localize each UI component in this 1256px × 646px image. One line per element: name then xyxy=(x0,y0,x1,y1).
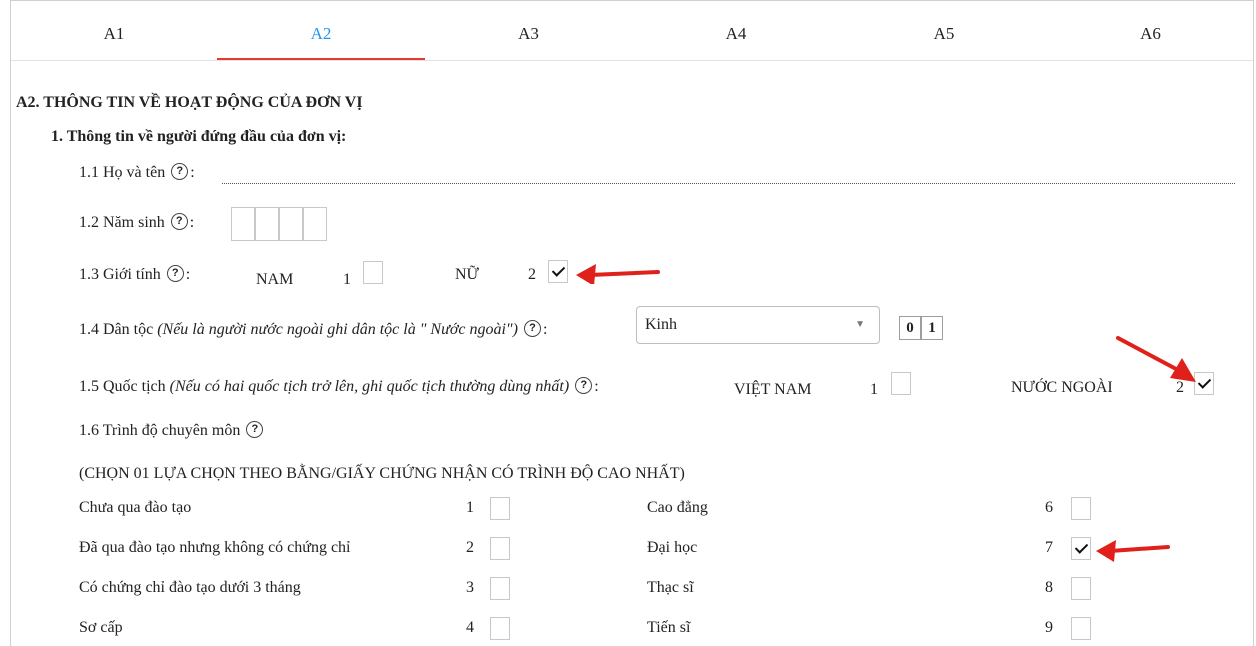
birth-year-digit-1[interactable] xyxy=(231,207,255,241)
edu-checkbox-6[interactable] xyxy=(1071,497,1091,520)
help-icon[interactable]: ? xyxy=(575,376,593,394)
tab-a2[interactable]: A2 xyxy=(217,0,425,60)
q12-colon: : xyxy=(189,214,195,231)
ethnicity-code-digit-1: 0 xyxy=(899,316,921,340)
edu-option-label: Đại học xyxy=(647,539,698,556)
edu-option-code: 9 xyxy=(1045,619,1053,636)
ethnicity-select[interactable]: Kinh ▼ xyxy=(636,306,880,344)
birth-year-digit-3[interactable] xyxy=(279,207,303,241)
q11-colon: : xyxy=(190,164,195,181)
edu-option-label: Sơ cấp xyxy=(79,619,123,636)
edu-option-code: 7 xyxy=(1045,539,1053,556)
nationality-foreign-label: NƯỚC NGOÀI xyxy=(1011,379,1113,396)
edu-option-label: Có chứng chỉ đào tạo dưới 3 tháng xyxy=(79,579,301,596)
tab-a6[interactable]: A6 xyxy=(1048,0,1253,60)
edu-checkbox-3[interactable] xyxy=(490,577,510,600)
gender-male-label: NAM xyxy=(256,271,294,288)
q15-label: 1.5 Quốc tịch xyxy=(79,378,166,395)
gender-male-checkbox[interactable] xyxy=(363,261,383,284)
q11-row: 1.1 Họ và tên ?: xyxy=(79,162,195,183)
edu-checkbox-2[interactable] xyxy=(490,537,510,560)
gender-male-code: 1 xyxy=(343,271,351,288)
edu-option-code: 1 xyxy=(466,499,474,516)
help-icon[interactable]: ? xyxy=(246,420,264,438)
q14-row: 1.4 Dân tộc (Nếu là người nước ngoài ghi… xyxy=(79,319,548,340)
edu-option-label: Chưa qua đào tạo xyxy=(79,499,192,516)
nationality-foreign-checkbox[interactable] xyxy=(1194,372,1214,395)
q13-label: 1.3 Giới tính xyxy=(79,266,161,283)
edu-option-code: 2 xyxy=(466,539,474,556)
q12-row: 1.2 Năm sinh ?: xyxy=(79,212,195,233)
q14-colon: : xyxy=(542,321,548,338)
edu-option-label: Thạc sĩ xyxy=(647,579,694,596)
tab-bar: A1 A2 A3 A4 A5 A6 xyxy=(11,0,1253,61)
help-icon[interactable]: ? xyxy=(170,212,188,230)
nationality-vn-label: VIỆT NAM xyxy=(734,381,812,398)
nationality-foreign-code: 2 xyxy=(1176,379,1184,396)
edu-option-label: Cao đẳng xyxy=(647,499,708,516)
birth-year-digit-4[interactable] xyxy=(303,207,327,241)
edu-option-code: 6 xyxy=(1045,499,1053,516)
q15-row: 1.5 Quốc tịch (Nếu có hai quốc tịch trở … xyxy=(79,376,599,397)
nationality-vn-code: 1 xyxy=(870,381,878,398)
subsection-title: 1. Thông tin về người đứng đầu của đơn v… xyxy=(51,128,347,145)
ethnicity-code-digit-2: 1 xyxy=(921,316,943,340)
tab-a4[interactable]: A4 xyxy=(632,0,840,60)
chevron-down-icon: ▼ xyxy=(855,319,865,330)
edu-checkbox-1[interactable] xyxy=(490,497,510,520)
edu-option-code: 3 xyxy=(466,579,474,596)
edu-checkbox-4[interactable] xyxy=(490,617,510,640)
tab-a3[interactable]: A3 xyxy=(425,0,632,60)
name-input[interactable] xyxy=(222,183,1235,184)
nationality-vn-checkbox[interactable] xyxy=(891,372,911,395)
section-title: A2. THÔNG TIN VỀ HOẠT ĐỘNG CỦA ĐƠN VỊ xyxy=(16,94,363,111)
edu-checkbox-9[interactable] xyxy=(1071,617,1091,640)
q15-colon: : xyxy=(594,378,599,395)
edu-option-code: 8 xyxy=(1045,579,1053,596)
q13-colon: : xyxy=(185,266,191,283)
q16-instruction: (CHỌN 01 LỰA CHỌN THEO BẰNG/GIẤY CHỨNG N… xyxy=(79,465,685,482)
help-icon[interactable]: ? xyxy=(171,162,189,180)
gender-female-checkbox[interactable] xyxy=(548,260,568,283)
edu-checkbox-8[interactable] xyxy=(1071,577,1091,600)
tab-a1[interactable]: A1 xyxy=(11,0,217,60)
birth-year-digit-2[interactable] xyxy=(255,207,279,241)
q16-row: 1.6 Trình độ chuyên môn ? xyxy=(79,420,265,441)
edu-option-label: Tiến sĩ xyxy=(647,619,691,636)
edu-option-code: 4 xyxy=(466,619,474,636)
q16-label: 1.6 Trình độ chuyên môn xyxy=(79,422,241,439)
q11-label: 1.1 Họ và tên xyxy=(79,164,166,181)
help-icon[interactable]: ? xyxy=(523,319,541,337)
help-icon[interactable]: ? xyxy=(166,264,184,282)
q12-label: 1.2 Năm sinh xyxy=(79,214,165,231)
ethnicity-select-value: Kinh xyxy=(645,316,677,333)
q15-note: (Nếu có hai quốc tịch trở lên, ghi quốc … xyxy=(169,378,570,395)
gender-female-code: 2 xyxy=(528,266,536,283)
edu-option-label: Đã qua đào tạo nhưng không có chứng chỉ xyxy=(79,539,351,556)
q13-row: 1.3 Giới tính ?: xyxy=(79,264,191,285)
q14-note: (Nếu là người nước ngoài ghi dân tộc là … xyxy=(157,321,518,338)
tab-a5[interactable]: A5 xyxy=(840,0,1048,60)
edu-checkbox-7[interactable] xyxy=(1071,537,1091,560)
q14-label: 1.4 Dân tộc xyxy=(79,321,154,338)
gender-female-label: NỮ xyxy=(455,266,479,283)
